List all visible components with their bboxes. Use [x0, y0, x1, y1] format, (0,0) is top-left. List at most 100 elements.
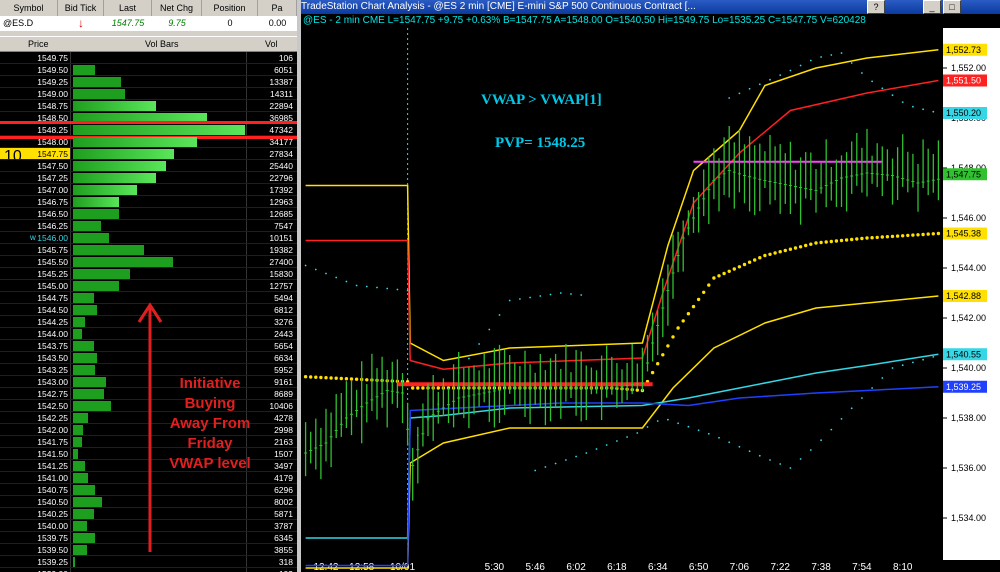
quote-header: Symbol Bid Tick Last Net Chg Position Pa — [0, 0, 297, 17]
ladder-row[interactable]: 1548.00 34177 — [0, 136, 297, 148]
ladder-col-vol[interactable]: Vol — [265, 37, 278, 51]
ladder-row[interactable]: 1545.50 27400 — [0, 256, 297, 268]
quote-symbol[interactable]: @ES.D — [0, 16, 58, 31]
ladder-row[interactable]: 1546.50 12685 — [0, 208, 297, 220]
dotted-point — [932, 110, 935, 113]
ladder-row[interactable]: w 1546.00 10151 — [0, 232, 297, 244]
ladder-row[interactable]: 1539.75 6345 — [0, 532, 297, 544]
ladder-row[interactable]: 1545.00 12757 — [0, 280, 297, 292]
volume-bar — [73, 233, 109, 243]
dotted-point — [559, 292, 562, 294]
volume-bar — [73, 221, 101, 231]
ladder-col-volbars[interactable]: Vol Bars — [145, 37, 179, 51]
vwap-dot — [436, 386, 440, 390]
vwap-dot — [365, 378, 369, 382]
price-chart[interactable]: 1,534.00 1,536.00 1,538.00 1,540.00 1,542.00… — [301, 0, 1000, 572]
ladder-row[interactable]: 1539.25 318 — [0, 556, 297, 568]
ladder-row[interactable]: 1545.25 15830 — [0, 268, 297, 280]
ladder-row[interactable]: 1540.25 5871 — [0, 508, 297, 520]
col-last[interactable]: Last — [104, 0, 152, 16]
quote-ladder-window: Symbol Bid Tick Last Net Chg Position Pa… — [0, 0, 297, 572]
ladder-row[interactable]: 1549.75 106 — [0, 52, 297, 64]
col-net-chg[interactable]: Net Chg — [152, 0, 202, 16]
dotted-point — [406, 289, 409, 292]
volume-bar — [73, 77, 121, 87]
ladder-row[interactable]: 1543.50 6634 — [0, 352, 297, 364]
ladder-row[interactable]: 1547.25 22796 — [0, 172, 297, 184]
ladder-row[interactable]: 1543.75 5654 — [0, 340, 297, 352]
ladder-row[interactable]: 1540.50 8002 — [0, 496, 297, 508]
vwap-dot — [686, 312, 691, 316]
col-bid-tick[interactable]: Bid Tick — [58, 0, 104, 16]
dotted-point — [769, 459, 771, 461]
dotted-point — [365, 285, 368, 288]
vwap-dot — [303, 375, 308, 379]
volume-bar — [73, 197, 119, 207]
ladder-row[interactable]: 1547.00 17392 — [0, 184, 297, 196]
ladder-row[interactable]: 1549.00 14311 — [0, 88, 297, 100]
col-position[interactable]: Position — [202, 0, 258, 16]
x-tick-label: 7:22 — [770, 562, 790, 572]
vwap-dot — [671, 335, 675, 339]
price-box-label: 1,552.73 — [946, 45, 981, 55]
volume-ladder: 1549.75 106 1549.50 6051 1549.25 13387 1549.00… — [0, 52, 297, 572]
volume-bar — [73, 161, 166, 171]
vwap-dot — [344, 377, 349, 381]
ladder-row[interactable]: 1547.50 25440 — [0, 160, 297, 172]
ladder-col-price[interactable]: Price — [28, 37, 49, 51]
ladder-row[interactable]: 1548.25 47342 — [0, 124, 297, 136]
ladder-row[interactable]: 1546.25 7547 — [0, 220, 297, 232]
volume-bar — [73, 245, 144, 255]
chart-title-bar[interactable]: TradeStation Chart Analysis - @ES 2 min … — [301, 0, 1000, 14]
ladder-row[interactable]: 1539.50 3855 — [0, 544, 297, 556]
ladder-row[interactable]: 10 1547.75 27834 — [0, 148, 297, 165]
vwap-dot — [798, 245, 803, 249]
dotted-point — [881, 87, 884, 90]
ladder-row[interactable]: 1549.50 6051 — [0, 64, 297, 76]
ladder-row[interactable]: 1539.00 103 — [0, 568, 297, 572]
dotted-point — [549, 293, 552, 296]
dotted-point — [891, 367, 894, 369]
dotted-point — [529, 296, 531, 299]
vwap-dot — [314, 375, 318, 379]
maximize-button[interactable]: □ — [943, 0, 961, 14]
col-pa[interactable]: Pa — [258, 0, 297, 16]
volume-bar — [73, 521, 87, 531]
vwap-dot — [890, 234, 895, 239]
ladder-row[interactable]: 1545.75 19382 — [0, 244, 297, 256]
col-symbol[interactable]: Symbol — [0, 0, 58, 16]
ladder-row[interactable]: 1544.25 3276 — [0, 316, 297, 328]
ladder-row[interactable]: 1549.25 13387 — [0, 76, 297, 88]
ladder-row[interactable]: 1544.50 6812 — [0, 304, 297, 316]
quote-row[interactable]: @ES.D ↓ 1547.75 9.75 0 0.00 — [0, 16, 297, 31]
volume-bar — [73, 137, 197, 147]
ladder-row[interactable]: 1548.75 22894 — [0, 100, 297, 112]
help-button[interactable]: ? — [867, 0, 885, 14]
minimize-button[interactable]: _ — [923, 0, 941, 14]
volume-bar — [73, 449, 78, 459]
vwap-dot — [661, 353, 665, 357]
ladder-row[interactable]: 1546.75 12963 — [0, 196, 297, 208]
dotted-point — [355, 284, 358, 287]
ladder-row[interactable]: 1540.00 3787 — [0, 520, 297, 532]
volume-bar — [73, 329, 82, 339]
dotted-point — [820, 439, 822, 442]
vwap-dot — [329, 376, 333, 380]
vwap-dot — [875, 235, 879, 240]
vwap-dot — [793, 246, 798, 250]
ladder-row[interactable]: 1544.75 5494 — [0, 292, 297, 304]
vwap-dot — [753, 258, 757, 262]
volume-bar — [73, 269, 130, 279]
dotted-point — [325, 272, 327, 275]
dotted-point — [656, 420, 659, 422]
dotted-point — [830, 54, 833, 56]
ladder-row[interactable]: 1544.00 2443 — [0, 328, 297, 340]
volume-bar — [73, 461, 85, 471]
dotted-point — [779, 463, 782, 465]
vwap-dot — [906, 233, 910, 238]
vwap-dot — [804, 243, 808, 248]
quote-last: 1547.75 — [111, 18, 145, 28]
x-tick-label: 6:34 — [648, 562, 668, 572]
ladder-row[interactable]: 1540.75 6296 — [0, 484, 297, 496]
dotted-point — [758, 83, 761, 86]
